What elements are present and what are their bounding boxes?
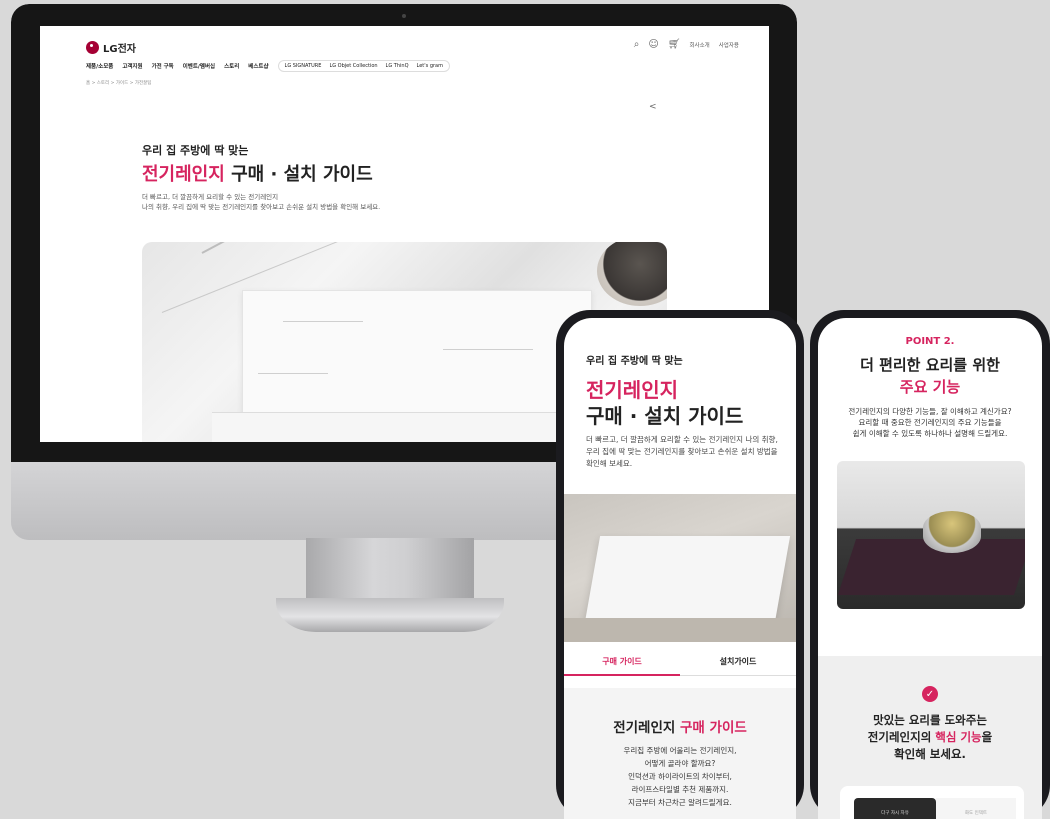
- camera-dot: [402, 14, 406, 18]
- section-desc-line: 우리집 주방에 어울리는 전기레인지,: [623, 746, 737, 755]
- brand-thinq[interactable]: LG ThinQ: [386, 63, 409, 69]
- check-icon: ✓: [922, 686, 938, 702]
- site-header: LG전자 ⌕ ☺ 🛒︎ 회사소개 사업자용 제품/소모품 고객지원 가전 구독 …: [40, 26, 769, 76]
- core-feature-heading: 맛있는 요리를 도와주는 전기레인지의 핵심 기능을 확인해 보세요.: [818, 712, 1042, 763]
- pot-image: [923, 511, 981, 553]
- imac-stand-base: [276, 598, 504, 632]
- cooktop-image: [583, 536, 791, 628]
- hero-description: 더 빠르고, 더 깔끔하게 요리할 수 있는 전기레인지 나의 취향, 우리 집…: [142, 192, 380, 212]
- guide-tabs: 구매 가이드 설치가이드: [564, 648, 796, 676]
- section-title-highlight: 구매 가이드: [680, 720, 747, 736]
- core-feature-section: ✓ 맛있는 요리를 도와주는 전기레인지의 핵심 기능을 확인해 보세요. 다구…: [818, 656, 1042, 819]
- section-title-prefix: 전기레인지: [613, 720, 680, 736]
- core-feature-highlight: 핵심 기능: [935, 730, 982, 744]
- feature-title-highlight: 주요 기능: [899, 378, 961, 396]
- section-desc-line: 라이프스타일별 추천 제품까지.: [631, 785, 729, 794]
- lg-logo-icon: [86, 41, 99, 54]
- card-tab-active[interactable]: 다구 자시 자유: [854, 798, 936, 819]
- hero-title-highlight: 전기레인지: [142, 164, 225, 185]
- mobile-hero-image: [564, 494, 796, 642]
- core-feature-prefix: 전기레인지의: [867, 730, 936, 744]
- hero-title-rest: 구매 · 설치 가이드: [224, 164, 373, 185]
- feature-desc-line: 전기레인지의 다양한 기능들, 잘 이해하고 계신가요?: [848, 407, 1012, 416]
- lg-logo-text: LG전자: [103, 44, 136, 55]
- nav-item-bestshop[interactable]: 베스트샵: [248, 62, 268, 70]
- section-title: 전기레인지 구매 가이드: [564, 716, 796, 736]
- brand-gram[interactable]: Let's gram: [417, 63, 443, 69]
- phone-device-guide: 우리 집 주방에 딱 맞는 전기레인지 구매 · 설치 가이드 더 빠르고, 더…: [556, 310, 804, 819]
- core-feature-suffix: 을: [981, 730, 993, 744]
- mobile-hero-subtitle: 우리 집 주방에 딱 맞는: [586, 356, 683, 367]
- section-desc-line: 인덕션과 하이라이트의 차이부터,: [628, 772, 732, 781]
- nav-item-story[interactable]: 스토리: [224, 62, 239, 70]
- cooking-zone-mark: [283, 321, 363, 322]
- brand-pills: LG SIGNATURE LG Objet Collection LG Thin…: [277, 60, 450, 72]
- company-link[interactable]: 회사소개: [690, 41, 710, 49]
- nav-item-event[interactable]: 이벤트/멤버십: [183, 62, 215, 70]
- hero-desc-line1: 더 빠르고, 더 깔끔하게 요리할 수 있는 전기레인지: [142, 193, 279, 201]
- nav-item-support[interactable]: 고객지원: [122, 62, 142, 70]
- feature-title: 더 편리한 요리를 위한: [860, 356, 1000, 374]
- share-icon[interactable]: <: [649, 102, 657, 112]
- hero-title: 전기레인지 구매 · 설치 가이드: [142, 160, 373, 186]
- cart-icon[interactable]: 🛒︎: [668, 40, 681, 50]
- tab-purchase-guide[interactable]: 구매 가이드: [564, 648, 680, 676]
- cooking-zone-mark: [443, 349, 533, 350]
- core-feature-line2: 전기레인지의 핵심 기능을: [818, 729, 1042, 746]
- tab-install-guide[interactable]: 설치가이드: [680, 648, 796, 676]
- nav-item-products[interactable]: 제품/소모품: [86, 62, 113, 70]
- feature-desc-line: 요리할 때 중요한 전기레인지의 주요 기능들을: [858, 418, 1002, 427]
- countertop: [564, 618, 796, 642]
- breadcrumb[interactable]: 홈 > 스토리 > 가이드 > 가전꿀팁: [86, 80, 151, 86]
- section-description: 우리집 주방에 어울리는 전기레인지, 어떻게 골라야 할까요? 인덕션과 하이…: [564, 744, 796, 809]
- hero-subtitle: 우리 집 주방에 딱 맞는: [142, 144, 249, 157]
- hero-desc-line2: 나의 취향, 우리 집에 딱 맞는 전기레인지를 찾아보고 손쉬운 설치 방법을…: [142, 203, 381, 211]
- main-nav: 제품/소모품 고객지원 가전 구독 이벤트/멤버십 스토리 베스트샵 LG SI…: [86, 60, 450, 72]
- purchase-guide-section: 전기레인지 구매 가이드 우리집 주방에 어울리는 전기레인지, 어떻게 골라야…: [564, 688, 796, 819]
- section-desc-line: 지금부터 차근차근 알려드릴게요.: [628, 798, 732, 807]
- bowl-decor: [597, 242, 667, 306]
- feature-card: 다구 자시 자유 화도 인덱트: [840, 786, 1024, 819]
- core-feature-line1: 맛있는 요리를 도와주는: [873, 713, 987, 727]
- phone-screen: 우리 집 주방에 딱 맞는 전기레인지 구매 · 설치 가이드 더 빠르고, 더…: [564, 318, 796, 819]
- feature-desc-line: 쉽게 이해할 수 있도록 하나하나 설명해 드릴게요.: [852, 429, 1008, 438]
- header-utility: ⌕ ☺ 🛒︎ 회사소개 사업자용: [634, 40, 739, 50]
- user-icon[interactable]: ☺: [648, 40, 658, 50]
- lg-logo[interactable]: LG전자: [86, 40, 136, 55]
- phone-device-features: POINT 2. 더 편리한 요리를 위한 주요 기능 전기레인지의 다양한 기…: [810, 310, 1050, 819]
- card-tab[interactable]: 화도 인덱트: [936, 798, 1016, 819]
- phone-screen: POINT 2. 더 편리한 요리를 위한 주요 기능 전기레인지의 다양한 기…: [818, 318, 1042, 819]
- nav-item-subscription[interactable]: 가전 구독: [152, 62, 174, 70]
- feature-description: 전기레인지의 다양한 기능들, 잘 이해하고 계신가요? 요리할 때 중요한 전…: [818, 406, 1042, 439]
- brand-signature[interactable]: LG SIGNATURE: [285, 63, 322, 69]
- search-icon[interactable]: ⌕: [634, 40, 640, 50]
- core-feature-line3: 확인해 보세요.: [894, 747, 966, 761]
- brand-objet[interactable]: LG Objet Collection: [329, 63, 377, 69]
- section-desc-line: 어떻게 골라야 할까요?: [644, 759, 716, 768]
- feature-image: [837, 461, 1025, 609]
- mobile-hero-description: 더 빠르고, 더 깔끔하게 요리할 수 있는 전기레인지 나의 취향, 우리 집…: [586, 435, 778, 468]
- point-label: POINT 2.: [905, 336, 955, 347]
- cooking-zone-mark: [258, 373, 328, 374]
- business-link[interactable]: 사업자용: [719, 41, 739, 49]
- mobile-hero-title-highlight: 전기레인지: [586, 378, 678, 402]
- mobile-hero-title: 구매 · 설치 가이드: [586, 404, 744, 428]
